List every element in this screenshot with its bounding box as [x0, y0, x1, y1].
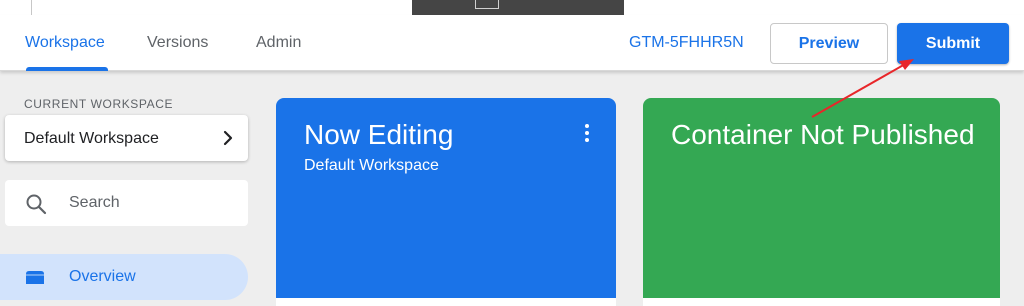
search-input[interactable] [69, 192, 229, 214]
dark-overlay-panel [412, 0, 624, 15]
header-bar: Workspace Versions Admin GTM-5FHHR5N Pre… [0, 15, 1024, 71]
top-strip [0, 0, 1024, 15]
now-editing-card: Now Editing Default Workspace [276, 98, 616, 306]
preview-button[interactable]: Preview [770, 23, 888, 64]
publish-status-card: Container Not Published [643, 98, 1000, 306]
folder-icon [26, 271, 44, 284]
search-icon [26, 194, 47, 215]
card-title: Container Not Published [671, 119, 975, 150]
square-icon [475, 0, 499, 9]
search-box[interactable] [5, 180, 248, 226]
tab-workspace[interactable]: Workspace [25, 34, 105, 52]
workspace-selector[interactable]: Default Workspace [5, 115, 248, 161]
tab-admin[interactable]: Admin [256, 34, 301, 52]
submit-button[interactable]: Submit [897, 23, 1009, 64]
sidebar-item-label: Overview [69, 268, 136, 285]
card-footer [643, 298, 1000, 306]
tab-versions[interactable]: Versions [147, 34, 208, 52]
card-subtitle: Default Workspace [304, 157, 439, 174]
active-tab-indicator [26, 67, 108, 71]
more-vert-icon[interactable] [582, 123, 592, 143]
divider [31, 0, 32, 15]
card-title: Now Editing [304, 119, 454, 150]
sidebar-item-overview[interactable]: Overview [0, 254, 248, 300]
workspace-name: Default Workspace [24, 130, 159, 147]
chevron-right-icon [223, 130, 233, 146]
current-workspace-label: CURRENT WORKSPACE [24, 97, 174, 111]
container-id-link[interactable]: GTM-5FHHR5N [629, 34, 744, 52]
card-footer [276, 298, 616, 306]
